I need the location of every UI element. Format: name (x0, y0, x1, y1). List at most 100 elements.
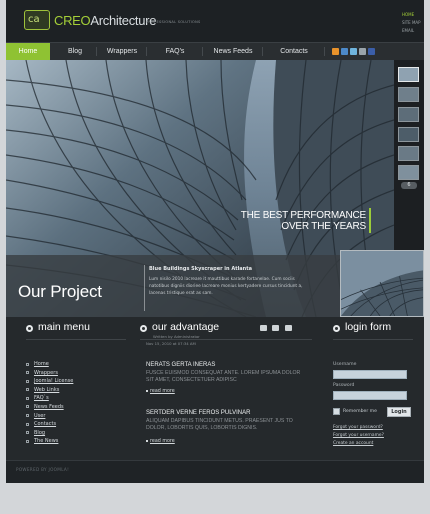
site-container: ca CREOArchitecture PROFESSIONAL SOLUTIO… (6, 0, 424, 483)
logo-badge[interactable]: ca (24, 10, 50, 30)
main-nav: Home Blog Wrappers FAQ's News Feeds Cont… (6, 42, 424, 60)
nav-item-wrappers[interactable]: Wrappers (98, 43, 146, 60)
nav-item-blog[interactable]: Blog (54, 43, 96, 60)
thumbnails-more-button[interactable]: 6 (401, 182, 417, 189)
slide-thumbnail[interactable] (398, 87, 419, 102)
article-title: SERTDER VERNE FEROS PULVINAR (146, 410, 251, 416)
logo-part-1: CREO (54, 13, 91, 28)
bullet-icon (26, 396, 29, 400)
slide-thumbnail[interactable] (398, 127, 419, 142)
password-input[interactable] (333, 391, 407, 400)
bullet-icon (26, 414, 29, 418)
bullet-icon (26, 439, 29, 443)
nav-divider (96, 47, 97, 56)
project-title: Our Project (18, 282, 102, 301)
bullet-icon (26, 371, 29, 375)
main-menu-list: Home Wrappers Joomla! License Web Links … (26, 361, 73, 447)
bullet-icon (26, 379, 29, 383)
divider (26, 339, 126, 340)
divider (140, 339, 312, 340)
slide-thumbnail[interactable] (398, 67, 419, 82)
hero-headline-line-2: OVER THE YEARS (281, 221, 366, 232)
print-icon[interactable] (272, 325, 279, 331)
hero-headline: THE BEST PERFORMANCE OVER THE YEARS (226, 210, 366, 232)
nav-divider (324, 47, 325, 56)
twitter-icon[interactable] (350, 48, 357, 55)
menu-item-wrappers[interactable]: Wrappers (26, 370, 73, 379)
menu-item-label: Wrappers (34, 369, 58, 376)
project-thumbnail-image[interactable] (340, 250, 424, 317)
menu-item-the-news[interactable]: The News (26, 438, 73, 447)
bullet-icon (26, 422, 29, 426)
nav-divider (262, 47, 263, 56)
forgot-username-link[interactable]: Forgot your username? (333, 433, 384, 438)
top-link-home[interactable]: HOME (402, 11, 421, 19)
nav-item-contacts[interactable]: Contacts (264, 43, 324, 60)
read-more-link[interactable]: read more (146, 389, 175, 394)
login-form-title: login form (345, 321, 392, 333)
rss-icon[interactable] (332, 48, 339, 55)
menu-item-label: News Feeds (34, 403, 64, 410)
header: ca CREOArchitecture PROFESSIONAL SOLUTIO… (6, 0, 424, 42)
menu-item-news-feeds[interactable]: News Feeds (26, 404, 73, 413)
menu-item-faqs[interactable]: FAQ`s (26, 395, 73, 404)
menu-item-home[interactable]: Home (26, 361, 73, 370)
remember-me-label: Remember me (343, 409, 377, 414)
logo[interactable]: CREOArchitecture (54, 13, 156, 28)
menu-item-web-links[interactable]: Web Links (26, 387, 73, 396)
remember-me-checkbox[interactable] (333, 408, 340, 415)
bullet-icon (26, 388, 29, 392)
project-description: Lum nisilo 2010 lacreare it mauttibus ka… (149, 277, 303, 296)
content-sections: main menu our advantage login form Home … (6, 317, 424, 483)
article-text: ALIQUAM DAPIBUS TINCIDUNT METUS. PRAESEN… (146, 418, 293, 431)
nav-item-faqs[interactable]: FAQ's (148, 43, 202, 60)
bullet-icon (26, 431, 29, 435)
menu-item-label: User (34, 412, 46, 419)
advantage-title: our advantage (152, 321, 220, 333)
article-title: NERATS GERTA INERAS (146, 362, 216, 368)
bullet-icon (26, 362, 29, 366)
slide-thumbnail[interactable] (398, 107, 419, 122)
forgot-password-link[interactable]: Forgot your password? (333, 425, 383, 430)
bullet-icon (146, 439, 148, 442)
facebook-icon[interactable] (368, 48, 375, 55)
email-icon[interactable] (285, 325, 292, 331)
menu-item-label: Contacts (34, 421, 57, 428)
hero-headline-accent-bar (369, 208, 371, 233)
password-label: Password (333, 383, 355, 388)
read-more-label: read more (150, 389, 175, 394)
login-button[interactable]: Login (387, 407, 411, 417)
read-more-link[interactable]: read more (146, 439, 175, 444)
menu-item-label: Blog (34, 429, 46, 436)
nav-item-news-feeds[interactable]: News Feeds (204, 43, 262, 60)
menu-item-joomla-license[interactable]: Joomla! License (26, 378, 73, 387)
nav-divider (202, 47, 203, 56)
nav-divider (146, 47, 147, 56)
delicious-icon[interactable] (341, 48, 348, 55)
hero-slider: 6 THE BEST PERFORMANCE OVER THE YEARS Ou… (6, 60, 424, 317)
article-author: Written by Administrator (153, 334, 200, 339)
menu-item-label: Web Links (34, 386, 60, 393)
top-link-sitemap[interactable]: SITE MAP (402, 19, 421, 27)
main-menu-title: main menu (38, 321, 90, 333)
username-input[interactable] (333, 370, 407, 379)
email-icon[interactable] (359, 48, 366, 55)
pdf-icon[interactable] (260, 325, 267, 331)
logo-tagline: PROFESSIONAL SOLUTIONS (146, 20, 201, 24)
bullet-icon (146, 389, 148, 392)
hero-headline-line-1: THE BEST PERFORMANCE (240, 210, 366, 221)
slide-thumbnail[interactable] (398, 146, 419, 161)
top-link-email[interactable]: EMAIL (402, 27, 421, 35)
main-menu-bullet-icon (26, 325, 33, 332)
slide-thumbnail[interactable] (398, 165, 419, 180)
project-heading[interactable]: Blue Buildings Skyscraper in Atlanta (149, 266, 252, 272)
menu-item-user[interactable]: User (26, 413, 73, 422)
advantage-bullet-icon (140, 325, 147, 332)
create-account-link[interactable]: Create an account (333, 441, 373, 446)
nav-item-home[interactable]: Home (6, 43, 50, 60)
menu-item-label: Home (34, 361, 49, 367)
menu-item-contacts[interactable]: Contacts (26, 421, 73, 430)
project-caption-panel: Our Project Blue Buildings Skyscraper in… (6, 255, 340, 317)
menu-item-label: FAQ`s (34, 395, 49, 402)
menu-item-blog[interactable]: Blog (26, 430, 73, 439)
